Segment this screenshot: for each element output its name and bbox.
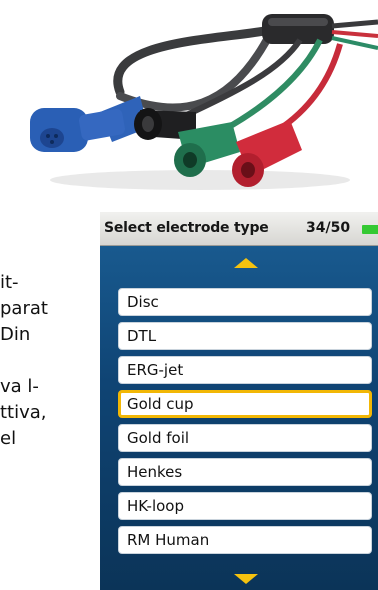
device-screen: Select electrode type 34/50 Disc DTL ERG… [100,212,378,590]
text-line: it- [0,272,19,293]
status-bar: Select electrode type 34/50 [100,212,378,246]
article-text-fragment: it- parat Din va l- ttiva, el [0,270,92,452]
list-item-erg-jet[interactable]: ERG-jet [118,356,372,384]
electrode-cable-photo [0,0,378,196]
electrode-cable-image [30,14,378,190]
list-item-hk-loop[interactable]: HK-loop [118,492,372,520]
text-line: ttiva, [0,402,47,423]
scroll-up-arrow-icon[interactable] [234,258,258,268]
text-gap [0,348,92,374]
screen-title: Select electrode type [104,220,269,236]
battery-icon [362,225,378,234]
list-item-gold-cup[interactable]: Gold cup [118,390,372,418]
list-item-disc[interactable]: Disc [118,288,372,316]
list-item-henkes[interactable]: Henkes [118,458,372,486]
list-item-gold-foil[interactable]: Gold foil [118,424,372,452]
text-line: parat [0,298,48,319]
scroll-down-arrow-icon[interactable] [234,574,258,584]
electrode-type-list: Disc DTL ERG-jet Gold cup Gold foil Henk… [118,288,378,556]
text-line: Din [0,324,31,345]
item-counter: 34/50 [306,220,351,236]
list-item-dtl[interactable]: DTL [118,322,372,350]
list-item-rm-human[interactable]: RM Human [118,526,372,554]
text-line: va l- [0,376,39,397]
text-line: el [0,428,17,449]
